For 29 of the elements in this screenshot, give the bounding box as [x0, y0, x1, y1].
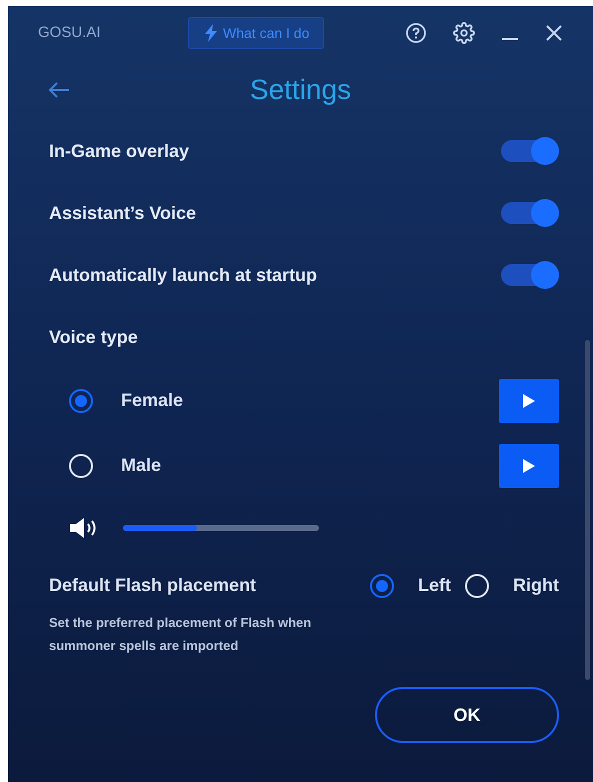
radio-label: Female	[121, 389, 184, 412]
toggle-switch[interactable]	[501, 202, 559, 224]
play-icon	[522, 458, 536, 474]
page-title: Settings	[250, 73, 352, 107]
settings-icon[interactable]	[453, 22, 475, 44]
radio-button[interactable]	[370, 574, 394, 598]
radio-label: Left	[418, 574, 452, 597]
play-icon	[522, 392, 536, 408]
setting-description: Set the preferred placement of Flash when summoner spells are imported	[49, 614, 312, 655]
radio-button[interactable]	[69, 388, 93, 412]
close-icon[interactable]	[545, 24, 563, 42]
lightning-icon	[203, 24, 219, 42]
setting-label: Automatically launch at startup	[49, 264, 318, 287]
radio-label: Right	[513, 574, 559, 597]
setting-label: Default Flash placement	[49, 574, 256, 597]
ok-button[interactable]: OK	[375, 687, 559, 743]
setting-label: In-Game overlay	[49, 140, 190, 163]
volume-slider[interactable]	[123, 525, 319, 531]
back-arrow-icon[interactable]	[48, 81, 70, 99]
toggle-switch[interactable]	[501, 140, 559, 162]
setting-label: Assistant’s Voice	[49, 202, 196, 224]
radio-label: Male	[121, 454, 162, 477]
help-icon[interactable]	[405, 22, 427, 44]
play-button[interactable]	[499, 378, 559, 422]
app-logo: GOSU.AI	[38, 22, 102, 43]
section-label: Voice type	[49, 326, 138, 349]
play-button[interactable]	[499, 444, 559, 488]
toggle-switch[interactable]	[501, 264, 559, 286]
scrollbar[interactable]	[585, 340, 590, 680]
